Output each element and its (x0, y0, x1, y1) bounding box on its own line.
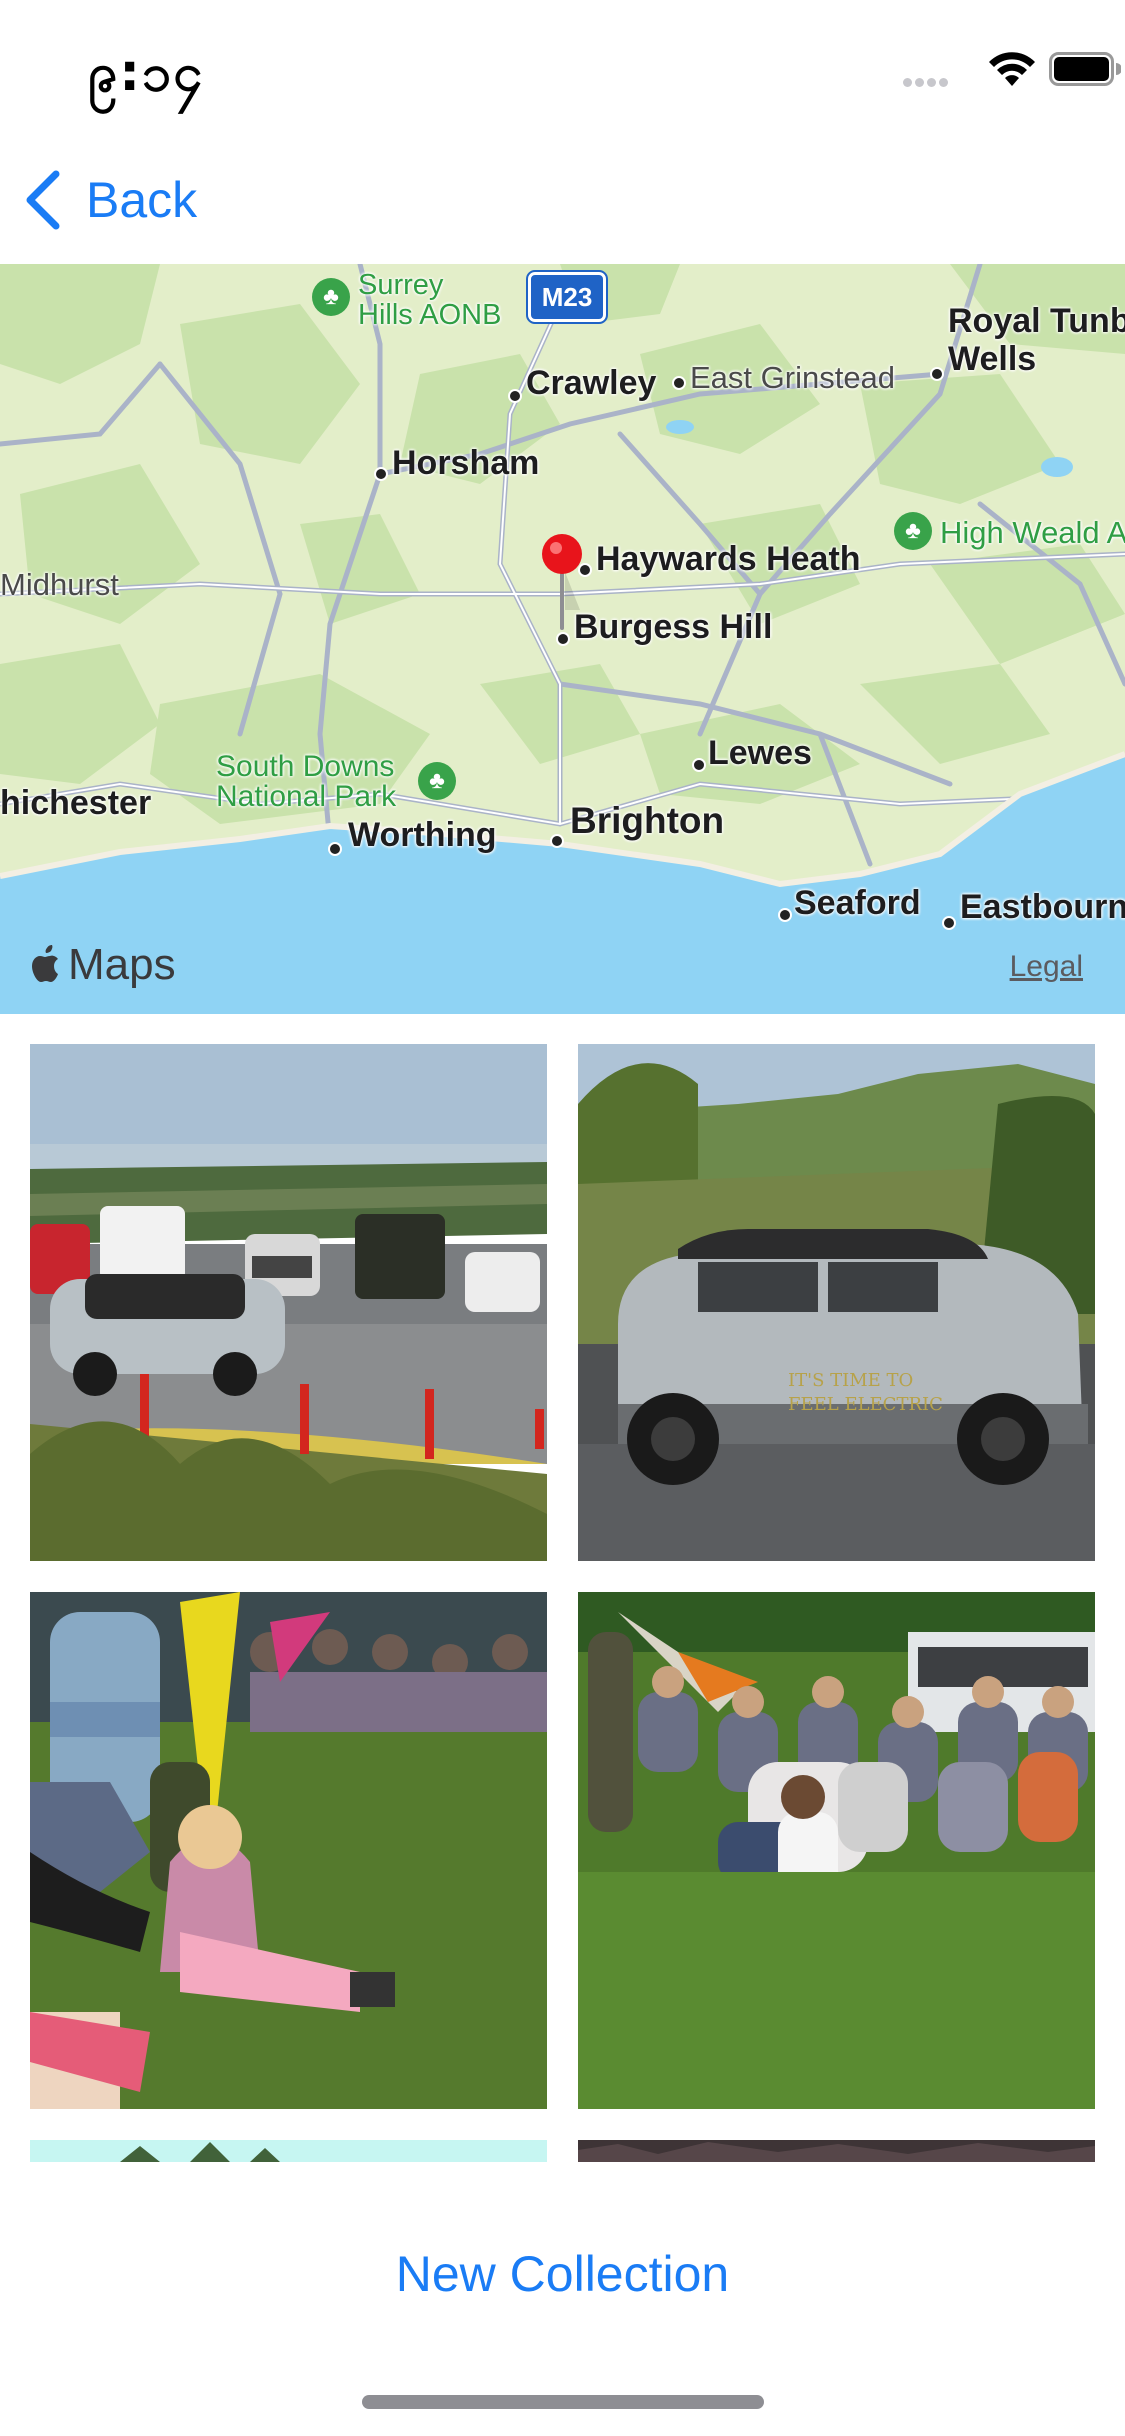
photo-partial-left[interactable] (30, 2140, 547, 2162)
battery-icon (1049, 52, 1121, 86)
navigation-bar: Back (0, 150, 1125, 260)
city-dot (328, 842, 342, 856)
place-crawley: Crawley (526, 364, 657, 402)
apple-logo-icon (32, 945, 58, 982)
place-worthing: Worthing (348, 816, 497, 854)
back-button[interactable]: Back (24, 168, 197, 232)
apple-maps-logo: Maps (30, 940, 176, 990)
photo-image (578, 1592, 1095, 2109)
car-decal-line2: FEEL ELECTRIC (788, 1394, 943, 1415)
wifi-icon (989, 52, 1035, 86)
place-seaford: Seaford (794, 884, 921, 922)
place-burgess-hill: Burgess Hill (574, 608, 773, 646)
status-time: ၉:၁၄ (88, 43, 205, 103)
place-haywards-heath: Haywards Heath (596, 540, 861, 578)
photo-car-park-viewpoint[interactable] (30, 1044, 547, 1561)
place-lewes: Lewes (708, 734, 812, 772)
place-eastbourne: Eastbourn (960, 888, 1125, 926)
signal-icon (903, 74, 963, 88)
photo-image (578, 2140, 1095, 2162)
city-dot (942, 916, 956, 930)
photo-electric-mini-car[interactable]: IT'S TIME TO FEEL ELECTRIC (578, 1044, 1095, 1561)
tree-icon: ♣ (894, 512, 932, 550)
map-pin-icon[interactable] (538, 532, 588, 642)
tree-icon: ♣ (312, 278, 350, 316)
new-collection-button[interactable]: New Collection (0, 2245, 1125, 2303)
city-dot (778, 908, 792, 922)
place-south-downs: South Downs National Park (216, 750, 397, 813)
place-east-grinstead: East Grinstead (690, 360, 896, 395)
photo-crowd-on-grass[interactable] (578, 1592, 1095, 2109)
chevron-left-icon (26, 170, 60, 230)
place-chichester: hichester (0, 784, 152, 822)
city-dot (692, 758, 706, 772)
city-dot (930, 367, 944, 381)
place-high-weald: High Weald A (940, 515, 1125, 550)
city-dot (672, 376, 686, 390)
maps-brand-label: Maps (68, 940, 176, 989)
place-brighton: Brighton (570, 800, 725, 841)
back-label: Back (86, 172, 198, 228)
photo-image (30, 2140, 547, 2162)
map-view[interactable]: M23 ♣ Surrey Hills AONB Crawley East Gri… (0, 264, 1125, 1014)
place-horsham: Horsham (392, 444, 540, 482)
photo-image: IT'S TIME TO FEEL ELECTRIC (578, 1044, 1095, 1561)
place-midhurst: Midhurst (0, 567, 119, 602)
photo-image (30, 1044, 547, 1561)
car-decal-line1: IT'S TIME TO (788, 1370, 913, 1391)
place-surrey-hills: Surrey Hills AONB (358, 269, 502, 331)
city-dot (508, 389, 522, 403)
photo-image (30, 1592, 547, 2109)
city-dot (550, 834, 564, 848)
home-indicator[interactable] (362, 2395, 764, 2409)
place-royal-tunbridge-wells: Royal Tunb Wells (948, 302, 1125, 378)
photo-partial-right[interactable] (578, 2140, 1095, 2162)
motorway-shield: M23 (526, 270, 608, 324)
tree-icon: ♣ (418, 762, 456, 800)
status-bar: ၉:၁၄ (0, 0, 1125, 140)
legal-link[interactable]: Legal (1010, 950, 1083, 984)
photo-crowd-child-flag[interactable] (30, 1592, 547, 2109)
city-dot (374, 467, 388, 481)
